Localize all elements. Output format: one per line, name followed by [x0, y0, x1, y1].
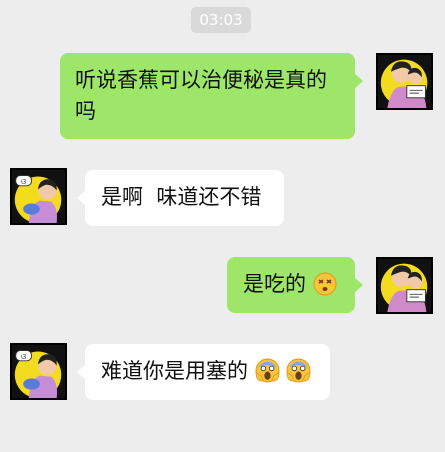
incoming-message-bubble[interactable]: 难道你是用塞的	[77, 344, 330, 400]
cartoon-couple-avatar-icon	[378, 259, 431, 312]
bubble-tail	[354, 73, 363, 89]
svg-text:ଓ: ଓ	[21, 177, 26, 186]
message-text: 是啊 味道还不错	[101, 185, 262, 209]
friend-avatar[interactable]: ଓ	[10, 168, 67, 225]
message-timestamp: 03:03	[191, 7, 251, 33]
bubble-tail	[77, 364, 86, 380]
incoming-message-bubble[interactable]: 是啊 味道还不错	[77, 170, 284, 226]
bubble-tail	[354, 277, 363, 293]
cartoon-couple-avatar-icon	[378, 55, 431, 108]
chat-screen: 03:03 听说香蕉可以治便秘是真的吗 ଓ 是啊 味道还不错 是吃的 ଓ 难道你…	[0, 0, 445, 452]
outgoing-message-bubble[interactable]: 听说香蕉可以治便秘是真的吗	[60, 53, 363, 139]
friend-avatar[interactable]: ଓ	[10, 343, 67, 400]
message-text: 难道你是用塞的	[101, 359, 248, 383]
cartoon-character-avatar-icon: ଓ	[12, 170, 65, 223]
svg-text:ଓ: ଓ	[21, 352, 26, 361]
cartoon-character-avatar-icon: ଓ	[12, 345, 65, 398]
scream-emoji-icon	[255, 358, 280, 383]
message-text: 听说香蕉可以治便秘是真的吗	[75, 68, 327, 123]
bubble-tail	[77, 190, 86, 206]
outgoing-message-bubble[interactable]: 是吃的	[227, 257, 363, 313]
dizzy-face-emoji-icon	[313, 272, 337, 296]
scream-emoji-icon	[286, 358, 311, 383]
my-avatar[interactable]	[376, 53, 433, 110]
message-text: 是吃的	[243, 272, 306, 296]
my-avatar[interactable]	[376, 257, 433, 314]
